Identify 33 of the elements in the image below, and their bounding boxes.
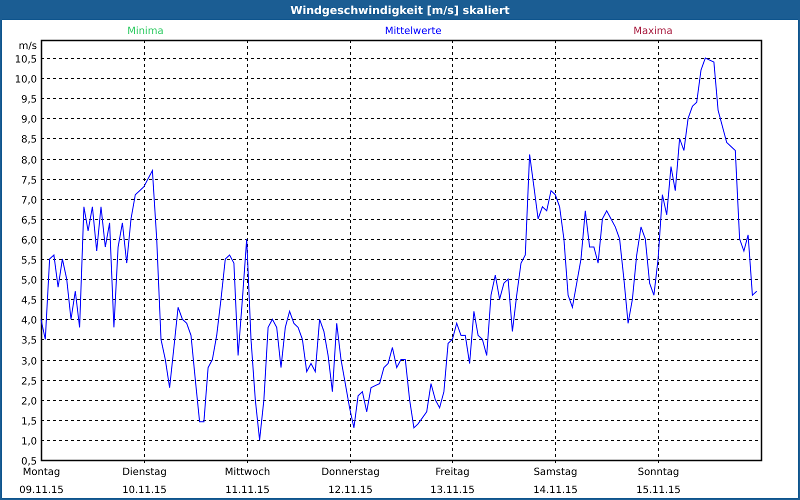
y-tick-label: 2,5 [21, 376, 37, 388]
window-title: Windgeschwindigkeit [m/s] skaliert [0, 0, 800, 20]
y-tick-label: 1,0 [21, 436, 37, 448]
legend-label: Minima [127, 26, 164, 37]
y-tick-label: 7,5 [21, 176, 37, 186]
axis-unit-label: m/s [18, 41, 37, 52]
y-tick-label: 3,0 [21, 356, 37, 368]
y-tick-label: 7,0 [21, 196, 37, 206]
x-tick-label: Samstag 14.11.15 [533, 467, 578, 496]
y-tick-label: 2,0 [21, 396, 37, 408]
y-tick-label: 9,0 [21, 114, 37, 126]
y-tick-label: 5,5 [21, 256, 37, 266]
y-tick-label: 6,0 [21, 236, 37, 246]
y-tick-label: 1,5 [21, 416, 37, 428]
y-tick-label: 8,5 [21, 134, 37, 146]
y-tick-label: 5,0 [21, 276, 37, 286]
x-tick-label: Dienstag 10.11.15 [122, 467, 167, 496]
legend-label: Maxima [633, 26, 673, 37]
y-tick-label: 10,5 [14, 54, 37, 66]
y-tick-label: 10,0 [14, 74, 37, 86]
y-tick-label: 9,5 [21, 94, 37, 106]
y-tick-label: 4,5 [21, 296, 37, 306]
y-tick-label: 4,0 [21, 316, 37, 326]
y-tick-label: 6,5 [21, 216, 37, 226]
y-tick-label: 3,5 [21, 336, 37, 346]
x-tick-label: Sonntag 15.11.15 [636, 467, 681, 496]
y-tick-label: 8,0 [21, 156, 37, 166]
x-tick-label: Freitag 13.11.15 [430, 467, 475, 496]
legend-label: Mittelwerte [384, 26, 442, 37]
x-tick-label: Mittwoch 11.11.15 [224, 467, 270, 496]
x-tick-label: Montag 09.11.15 [19, 467, 64, 496]
y-tick-label: 0,5 [21, 456, 37, 468]
x-tick-label: Donnerstag 12.11.15 [321, 467, 380, 496]
